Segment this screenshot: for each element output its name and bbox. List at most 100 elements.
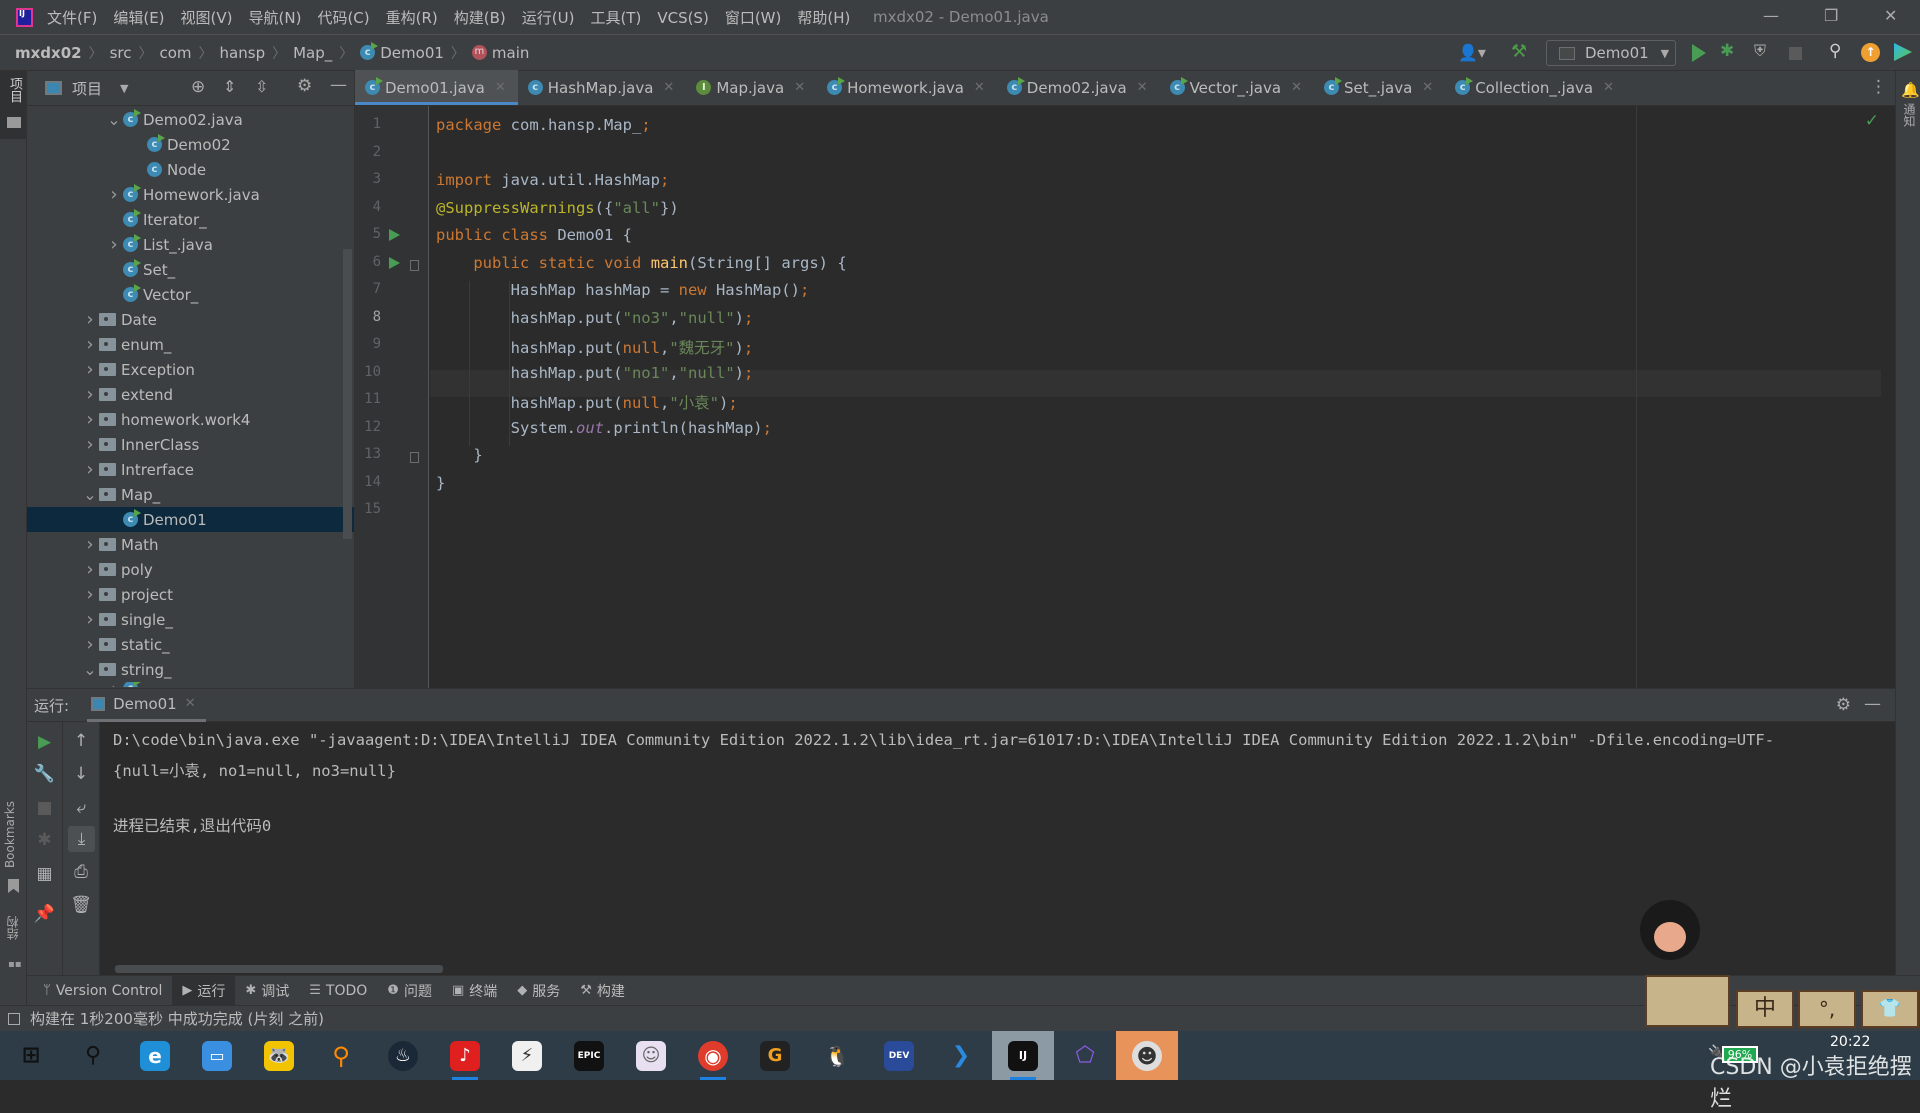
menu-item-6[interactable]: 构建(B) [454,9,506,27]
chevron-right-icon[interactable]: › [81,584,99,605]
console-scrollbar[interactable] [115,965,443,973]
wrench-icon[interactable]: 🔧 [27,764,62,784]
editor-tab[interactable]: c Collection_.java ✕ [1445,70,1626,105]
close-tab-icon[interactable]: ✕ [1422,80,1433,95]
pet-box-skin[interactable]: 👕 [1861,990,1919,1028]
chevron-down-icon[interactable]: ⌄ [105,110,123,129]
breadcrumb-item-5[interactable]: c Demo01 〉 [360,42,472,63]
run-config-select[interactable]: Demo01 ▼ [1546,40,1676,66]
notifications-bell-icon[interactable]: 🔔 [1901,81,1920,99]
taskbar-app-explorer[interactable]: ▭ [186,1031,248,1080]
breadcrumb-item-1[interactable]: src 〉 [110,43,160,63]
tool-window-button[interactable]: ⚒ 构建 [570,976,635,1006]
desktop-pet-character[interactable] [1640,900,1700,960]
menu-item-9[interactable]: VCS(S) [657,9,708,27]
taskbar-app-chrome[interactable]: ◉ [682,1031,744,1080]
tool-window-button[interactable]: ☰ TODO [299,976,377,1006]
build-hammer-icon[interactable]: ⚒ [1511,41,1527,62]
tree-item[interactable]: › enum_ [27,332,354,357]
structure-tool-button[interactable]: 结构 [4,916,21,940]
breadcrumb-item-2[interactable]: com 〉 [160,43,220,63]
pet-box-punctuation[interactable]: °, [1798,990,1856,1028]
tree-item[interactable]: › Intrerface [27,457,354,482]
tool-window-button[interactable]: ✱ 调试 [235,976,299,1006]
chevron-right-icon[interactable]: › [81,409,99,430]
chevron-right-icon[interactable]: › [105,184,123,205]
editor-tab[interactable]: I Map.java ✕ [686,70,817,105]
breadcrumb-item-0[interactable]: mxdx02 〉 [15,43,110,63]
close-button[interactable]: ✕ [1884,6,1897,25]
breadcrumb-item-4[interactable]: Map_ 〉 [293,43,360,63]
run-gutter-icon[interactable] [389,256,400,269]
menu-item-7[interactable]: 运行(U) [522,9,575,27]
taskbar-app-avatar-app[interactable]: ☻ [1116,1031,1178,1080]
tree-item[interactable]: c Demo01 [27,507,354,532]
scroll-down-icon[interactable]: ↓ [63,764,99,784]
tree-item[interactable]: › single_ [27,607,354,632]
tree-item[interactable]: › c Homework.java [27,182,354,207]
taskbar-app-vscode[interactable]: ❯ [930,1031,992,1080]
layout-icon[interactable]: ▦ [27,864,62,884]
project-view-select[interactable]: 项目 [72,78,102,99]
more-tabs-icon[interactable]: ⋮ [1870,77,1887,97]
taskbar-app-search-tool[interactable]: ⚲ [310,1031,372,1080]
update-icon[interactable]: ↑ [1861,43,1880,62]
menu-item-2[interactable]: 视图(V) [181,9,233,27]
taskbar-app-edge[interactable]: e [124,1031,186,1080]
editor-tab[interactable]: c Homework.java ✕ [817,70,997,105]
bookmarks-tool-button[interactable]: Bookmarks [3,801,17,868]
notifications-tool-button[interactable]: 通知 [1901,103,1918,127]
editor-tab[interactable]: c Demo02.java ✕ [997,70,1160,105]
search-everywhere-icon[interactable]: ⚲ [1829,41,1841,61]
chevron-right-icon[interactable]: › [81,634,99,655]
chevron-right-icon[interactable]: › [105,682,123,687]
chevron-right-icon[interactable]: › [81,459,99,480]
chevron-down-icon[interactable]: ⌄ [81,660,99,679]
menu-item-10[interactable]: 窗口(W) [725,9,782,27]
taskbar-app-steam[interactable]: ♨ [372,1031,434,1080]
close-tab-icon[interactable]: ✕ [663,80,674,95]
chevron-right-icon[interactable]: › [81,559,99,580]
toggle-tool-windows-icon[interactable] [8,1012,20,1025]
taskbar-app-dev-cpp[interactable]: DEV [868,1031,930,1080]
tree-item[interactable]: › static_ [27,632,354,657]
tree-item[interactable]: ⌄ c Demo02.java [27,107,354,132]
tree-item[interactable]: ⌄ string_ [27,657,354,682]
taskbar-app-search[interactable]: ⚲ [62,1031,124,1080]
tool-window-button[interactable]: ▣ 终端 [442,976,507,1006]
tool-window-button[interactable]: ᛘ Version Control [33,976,172,1006]
tree-item[interactable]: c Iterator_ [27,207,354,232]
run-gutter-icon[interactable] [389,229,400,241]
chevron-right-icon[interactable]: › [105,234,123,255]
scroll-up-icon[interactable]: ↑ [63,731,99,751]
tree-item[interactable]: › project [27,582,354,607]
close-tab-icon[interactable]: ✕ [185,696,196,711]
chevron-right-icon[interactable]: › [81,434,99,455]
minimize-button[interactable]: — [1763,6,1779,25]
tree-item[interactable]: › Math [27,532,354,557]
chevron-right-icon[interactable]: › [81,309,99,330]
tree-item[interactable]: c Node [27,157,354,182]
debug-button[interactable]: ✱ [1720,41,1734,61]
chevron-right-icon[interactable]: › [81,534,99,555]
tree-item[interactable]: c Set_ [27,257,354,282]
tree-item[interactable]: › Exception [27,357,354,382]
taskbar-app-clock-app[interactable]: G [744,1031,806,1080]
tree-item[interactable]: › homework.work4 [27,407,354,432]
locate-file-icon[interactable]: ⊕ [191,77,205,97]
tree-item[interactable]: › c List_.java [27,232,354,257]
toolbox-icon[interactable] [1894,43,1912,61]
tree-item-partial[interactable]: ›c [27,682,354,687]
close-tab-icon[interactable]: ✕ [974,80,985,95]
debug-disabled-icon[interactable]: ✱ [27,830,62,850]
tree-item[interactable]: c Demo02 [27,132,354,157]
stop-icon[interactable]: ■ [27,798,62,818]
tree-item[interactable]: › extend [27,382,354,407]
vcs-user-icon[interactable]: 👤▾ [1458,43,1486,62]
taskbar-app-anime-app[interactable]: ☺ [620,1031,682,1080]
chevron-right-icon[interactable]: › [81,384,99,405]
clear-all-icon[interactable]: 🗑 [63,895,99,915]
taskbar-app-intellij[interactable]: IJ [992,1031,1054,1080]
chevron-down-icon[interactable]: ▼ [120,82,128,95]
coverage-button[interactable]: ⛨ [1754,41,1766,61]
